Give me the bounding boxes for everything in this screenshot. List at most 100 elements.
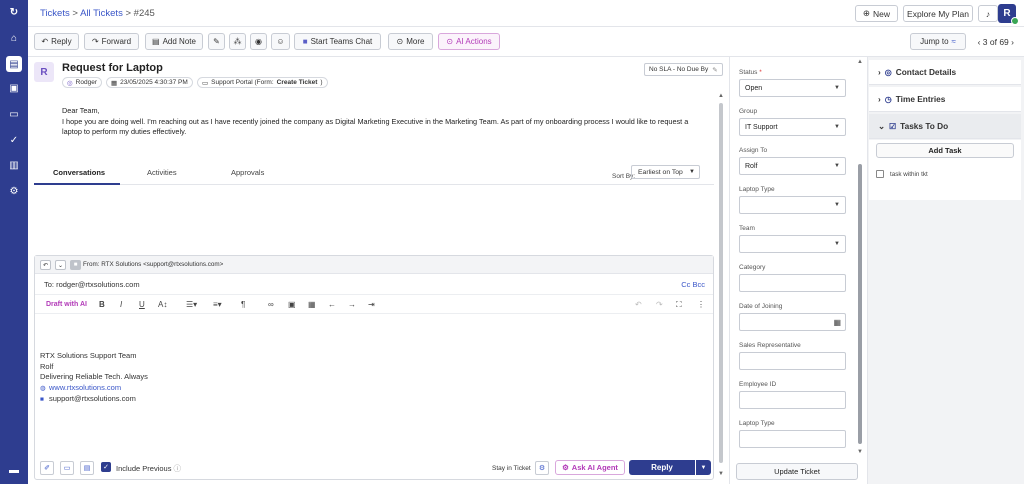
draft-with-ai-button[interactable]: Draft with AI bbox=[46, 301, 87, 308]
italic-icon[interactable]: I bbox=[120, 300, 122, 309]
bcc-link[interactable]: Bcc bbox=[692, 280, 705, 289]
time-entries-section[interactable]: › ◷ Time Entries bbox=[869, 87, 1021, 112]
knowledge-base-insert-icon[interactable]: ▭ bbox=[60, 461, 74, 475]
add-task-button[interactable]: Add Task bbox=[876, 143, 1014, 158]
jump-to-label: Jump to bbox=[920, 37, 949, 46]
jump-to-button[interactable]: Jump to ≈ bbox=[910, 33, 966, 50]
table-icon[interactable]: ▦ bbox=[308, 300, 316, 309]
text-size-icon[interactable]: A↕ bbox=[158, 300, 167, 309]
user-avatar[interactable]: R bbox=[998, 4, 1019, 25]
employee-id-input[interactable] bbox=[739, 391, 846, 409]
add-user-icon[interactable]: ☺ bbox=[271, 33, 290, 50]
more-vertical-icon[interactable]: ⋮ bbox=[697, 300, 705, 309]
chevron-down-icon[interactable]: ⌄ bbox=[55, 260, 66, 270]
reports-icon[interactable]: ▥ bbox=[7, 158, 21, 172]
prev-page-icon[interactable]: ‹ bbox=[978, 37, 981, 47]
reply-type-icon[interactable]: ↶ bbox=[40, 260, 51, 270]
contact-details-section[interactable]: › ◎ Contact Details bbox=[869, 60, 1021, 85]
properties-scrollbar[interactable]: ▲ ▼ bbox=[857, 59, 863, 457]
underline-icon[interactable]: U bbox=[139, 300, 145, 309]
signature-website[interactable]: www.rtxsolutions.com bbox=[49, 383, 121, 392]
knowledge-base-icon[interactable]: ▭ bbox=[7, 107, 21, 121]
reply-options-chevron-icon[interactable]: ▼ bbox=[696, 460, 711, 475]
send-reply-button[interactable]: Reply bbox=[629, 460, 695, 475]
status-value: Open bbox=[745, 84, 763, 92]
share-icon[interactable]: ⁂ bbox=[229, 33, 246, 50]
tab-activities[interactable]: Activities bbox=[147, 168, 177, 177]
watch-eye-icon[interactable]: ◉ bbox=[250, 33, 267, 50]
undo-icon[interactable]: ↶ bbox=[635, 300, 642, 309]
link-icon[interactable]: ∞ bbox=[268, 300, 274, 309]
chevron-down-icon: ▼ bbox=[834, 85, 840, 91]
image-icon[interactable]: ▣ bbox=[288, 300, 296, 309]
canned-response-icon[interactable]: ▤ bbox=[80, 461, 94, 475]
scroll-thumb[interactable] bbox=[858, 164, 862, 444]
home-icon[interactable]: ⌂ bbox=[7, 31, 21, 45]
tasks-to-do-section[interactable]: ⌄ ☑ Tasks To Do bbox=[869, 114, 1021, 139]
update-ticket-button[interactable]: Update Ticket bbox=[736, 463, 858, 480]
attachment-icon[interactable]: ✐ bbox=[40, 461, 54, 475]
fullscreen-icon[interactable]: ⛶ bbox=[676, 300, 682, 310]
ai-actions-button[interactable]: ⊙ AI Actions bbox=[438, 33, 500, 50]
signature-email[interactable]: support@rtxsolutions.com bbox=[49, 394, 136, 403]
tab-approvals[interactable]: Approvals bbox=[231, 168, 264, 177]
reply-button[interactable]: ↶ Reply bbox=[34, 33, 79, 50]
group-select[interactable]: IT Support ▼ bbox=[739, 118, 846, 136]
ask-ai-agent-button[interactable]: ⚙ Ask AI Agent bbox=[555, 460, 625, 475]
laptop-type-select[interactable]: ▼ bbox=[739, 196, 846, 214]
explore-plan-button[interactable]: Explore My Plan bbox=[903, 5, 973, 22]
forward-button[interactable]: ↷ Forward bbox=[84, 33, 139, 50]
calendar-icon[interactable]: ▦ bbox=[833, 318, 841, 327]
to-field[interactable]: To: rodger@rtxsolutions.com bbox=[44, 280, 140, 289]
contacts-icon[interactable]: ▣ bbox=[7, 81, 21, 95]
date-of-joining-input[interactable]: ▦ bbox=[739, 313, 846, 331]
status-select[interactable]: Open ▼ bbox=[739, 79, 846, 97]
sales-rep-input[interactable] bbox=[739, 352, 846, 370]
scroll-down-icon[interactable]: ▼ bbox=[857, 449, 863, 455]
tab-conversations[interactable]: Conversations bbox=[53, 168, 105, 177]
sla-badge[interactable]: No SLA - No Due By ✎ bbox=[644, 63, 723, 76]
bold-icon[interactable]: B bbox=[99, 300, 105, 309]
indent-arrow-icon[interactable]: → bbox=[348, 300, 356, 309]
breadcrumb-all-tickets[interactable]: All Tickets bbox=[80, 8, 123, 19]
scroll-up-icon[interactable]: ▲ bbox=[718, 93, 724, 99]
app-logo-icon[interactable]: ↻ bbox=[7, 5, 21, 19]
assign-to-select[interactable]: Rolf ▼ bbox=[739, 157, 846, 175]
settings-gear-icon[interactable]: ⚙ bbox=[7, 184, 21, 198]
requester-chip[interactable]: ◎ Rodger bbox=[62, 77, 102, 88]
main-scrollbar[interactable]: ▲ ▼ bbox=[718, 93, 724, 479]
scroll-up-icon[interactable]: ▲ bbox=[857, 59, 863, 65]
source-suffix: ) bbox=[320, 79, 323, 86]
cc-link[interactable]: Cc bbox=[681, 280, 690, 289]
next-page-icon[interactable]: › bbox=[1011, 37, 1014, 47]
scroll-thumb[interactable] bbox=[719, 103, 723, 463]
scroll-down-icon[interactable]: ▼ bbox=[718, 471, 724, 477]
bullet-list-icon[interactable]: ≡▾ bbox=[213, 300, 222, 309]
sort-select[interactable]: Earliest on Top ▼ bbox=[631, 165, 700, 179]
add-note-button[interactable]: ▤ Add Note bbox=[145, 33, 203, 50]
start-teams-chat-button[interactable]: ■ Start Teams Chat bbox=[294, 33, 381, 50]
conversation-tabs: Conversations Activities Approvals Sort … bbox=[34, 163, 714, 185]
chevron-down-icon: ▼ bbox=[689, 169, 695, 175]
team-select[interactable]: ▼ bbox=[739, 235, 846, 253]
edit-pencil-icon[interactable]: ✎ bbox=[208, 33, 225, 50]
stay-settings-gear-icon[interactable]: ⚙ bbox=[535, 461, 549, 475]
tasks-check-icon[interactable]: ✓ bbox=[7, 133, 21, 147]
numbered-list-icon[interactable]: ☰▾ bbox=[186, 300, 197, 309]
new-button[interactable]: ⊕ New bbox=[855, 5, 898, 22]
redo-icon[interactable]: ↷ bbox=[656, 300, 663, 309]
chat-icon[interactable]: ▬ bbox=[7, 463, 21, 477]
contact-icon: ◎ bbox=[884, 67, 892, 77]
notifications-bell-icon[interactable]: ♪ bbox=[978, 5, 998, 22]
outdent-arrow-icon[interactable]: ← bbox=[328, 300, 336, 309]
category-input[interactable] bbox=[739, 274, 846, 292]
task-checkbox[interactable] bbox=[876, 170, 884, 178]
paragraph-icon[interactable]: ¶ bbox=[241, 300, 245, 309]
include-previous-checkbox[interactable]: ✓ bbox=[101, 462, 111, 472]
breadcrumb-tickets[interactable]: Tickets bbox=[40, 8, 70, 19]
horizontal-rule-icon[interactable]: ⇥ bbox=[368, 300, 375, 309]
more-button[interactable]: ⊙ More bbox=[388, 33, 433, 50]
tickets-icon[interactable]: ▤ bbox=[6, 56, 22, 72]
from-address[interactable]: From: RTX Solutions <support@rtxsolution… bbox=[83, 261, 223, 268]
laptop-type-2-input[interactable] bbox=[739, 430, 846, 448]
